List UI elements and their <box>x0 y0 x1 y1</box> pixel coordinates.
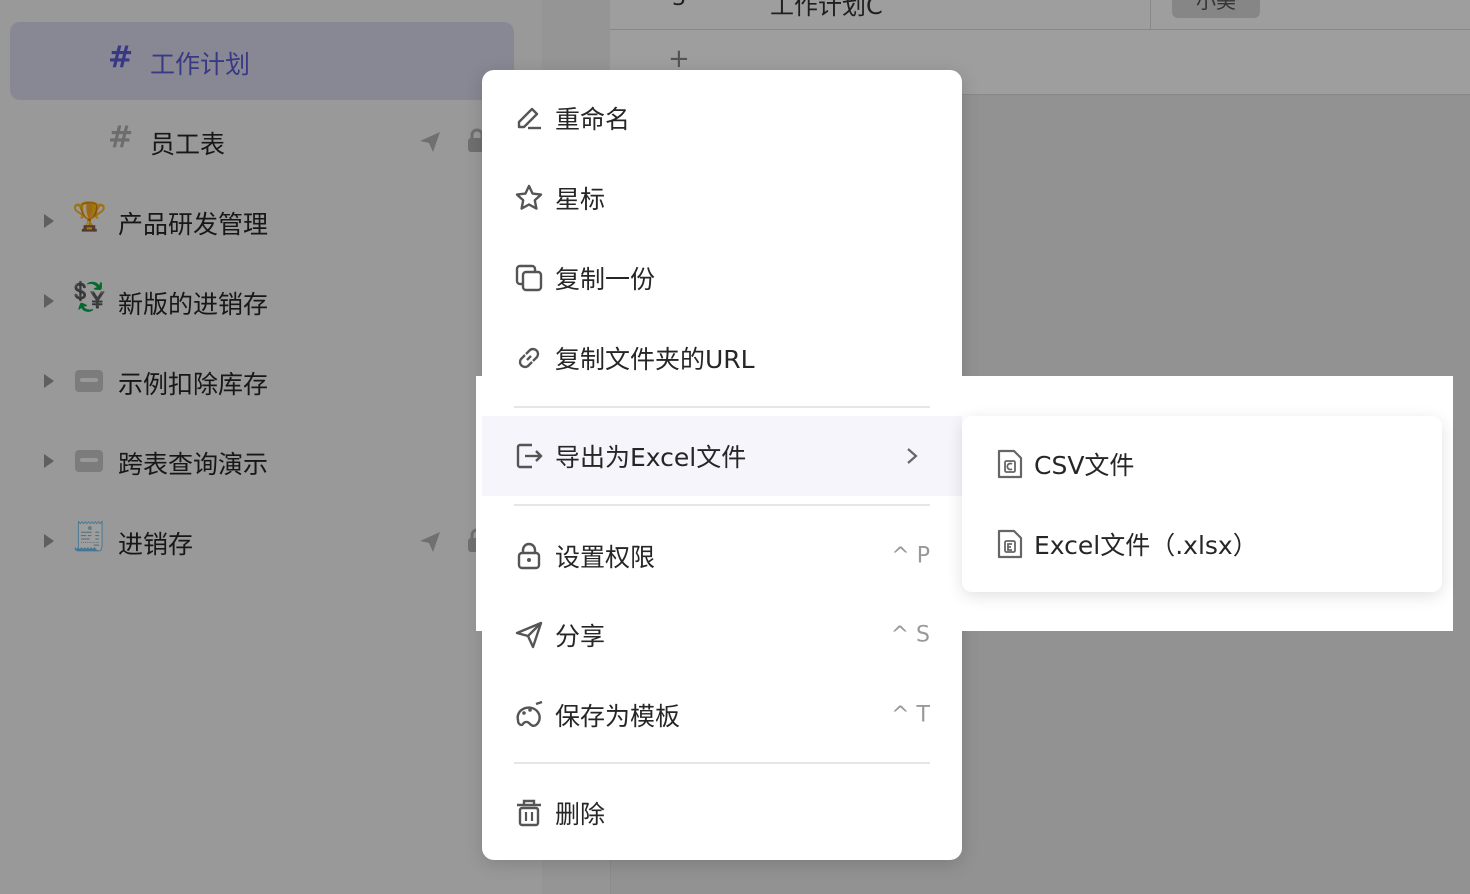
sidebar-item-label: 员工表 <box>150 130 226 159</box>
template-icon <box>516 700 543 728</box>
menu-item-save-template[interactable]: 保存为模板 ^ T <box>482 675 962 755</box>
sidebar-item-label: 工作计划 <box>150 50 251 79</box>
menu-item-delete[interactable]: 删除 <box>482 773 962 853</box>
receipt-icon: 🧾 <box>72 520 107 553</box>
hash-icon: # <box>108 40 134 75</box>
share-icon <box>515 621 543 649</box>
excel-file-icon <box>997 529 1023 559</box>
row-tag-cell[interactable]: 小美 <box>1172 0 1260 18</box>
currency-exchange-icon: 💱 <box>72 280 107 313</box>
menu-item-share[interactable]: 分享 ^ S <box>482 595 962 675</box>
sidebar: # 工作计划 # 员工表 🏆 产品研发管理 💱 新版的进销存 示例扣除库存 跨表… <box>0 0 542 894</box>
share-icon[interactable] <box>418 530 442 554</box>
hash-icon: # <box>108 120 134 155</box>
sidebar-item-inventory-deduction[interactable]: 示例扣除库存 <box>10 342 514 420</box>
sidebar-item-label: 产品研发管理 <box>118 210 269 239</box>
cell-divider <box>1150 0 1151 29</box>
submenu-item-xlsx[interactable]: Excel文件（.xlsx） <box>962 504 1442 584</box>
submenu-item-csv[interactable]: CSV文件 <box>962 424 1442 504</box>
menu-item-label: 分享 <box>555 622 606 651</box>
menu-item-label: 删除 <box>555 800 606 829</box>
sidebar-item-label: 进销存 <box>118 530 194 559</box>
folder-icon <box>75 450 103 472</box>
expand-arrow-icon[interactable] <box>44 294 54 308</box>
shortcut-hint: ^ S <box>890 622 930 648</box>
export-submenu: CSV文件 Excel文件（.xlsx） <box>962 416 1442 592</box>
row-number: 3 <box>672 0 686 11</box>
context-menu-lower-part: 分享 ^ S 保存为模板 ^ T 删除 <box>482 70 962 860</box>
trash-icon <box>517 799 541 827</box>
sidebar-item-label: 新版的进销存 <box>118 290 269 319</box>
sidebar-item-work-plan[interactable]: # 工作计划 <box>10 22 514 100</box>
table-row[interactable]: 3 工作计划C 小美 <box>610 0 1470 30</box>
sidebar-item-employee-table[interactable]: # 员工表 <box>10 102 514 180</box>
expand-arrow-icon[interactable] <box>44 374 54 388</box>
expand-arrow-icon[interactable] <box>44 534 54 548</box>
sidebar-item-label: 示例扣除库存 <box>118 370 269 399</box>
trophy-icon: 🏆 <box>72 200 107 233</box>
expand-arrow-icon[interactable] <box>44 454 54 468</box>
share-icon[interactable] <box>418 130 442 154</box>
sidebar-item-new-inventory[interactable]: 💱 新版的进销存 <box>10 262 514 340</box>
sidebar-item-label: 跨表查询演示 <box>118 450 269 479</box>
menu-divider <box>514 762 930 764</box>
menu-item-label: 保存为模板 <box>555 702 681 731</box>
submenu-item-label: CSV文件 <box>1034 451 1135 480</box>
expand-arrow-icon[interactable] <box>44 214 54 228</box>
folder-icon <box>75 370 103 392</box>
csv-file-icon <box>997 449 1023 479</box>
shortcut-hint: ^ T <box>891 702 930 728</box>
row-name-cell[interactable]: 工作计划C <box>770 0 883 21</box>
submenu-item-label: Excel文件（.xlsx） <box>1034 531 1258 560</box>
sidebar-item-product-rd[interactable]: 🏆 产品研发管理 <box>10 182 514 260</box>
sidebar-item-inventory[interactable]: 🧾 进销存 <box>10 502 514 580</box>
sidebar-item-cross-table-query[interactable]: 跨表查询演示 <box>10 422 514 500</box>
